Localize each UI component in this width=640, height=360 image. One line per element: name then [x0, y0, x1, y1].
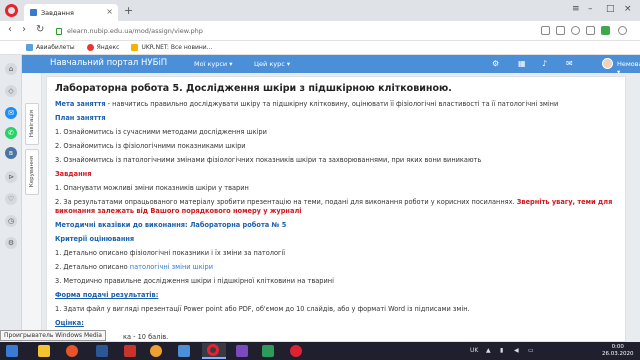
plane-icon	[26, 44, 33, 51]
messenger-icon[interactable]: ✉	[5, 107, 17, 119]
gear-icon[interactable]: ⚙	[492, 59, 499, 68]
plan-heading: План заняття	[55, 114, 106, 122]
home-icon[interactable]: ⌂	[5, 63, 17, 75]
tasks-heading: Завдання	[55, 170, 92, 178]
heart-icon[interactable]: ♡	[5, 193, 17, 205]
bookmark-yandex[interactable]: Яндекс	[86, 44, 119, 51]
camera-icon[interactable]	[541, 26, 550, 35]
grade-text: ка - 10 балів.	[123, 333, 169, 341]
word-icon[interactable]	[96, 345, 108, 357]
this-course-menu[interactable]: Цей курс ▾	[254, 60, 290, 68]
my-courses-menu[interactable]: Мої курси ▾	[194, 60, 232, 68]
app-icon[interactable]	[236, 345, 248, 357]
plan-item: 1. Ознайомитись із сучасними методами до…	[55, 128, 267, 136]
flow-icon[interactable]: ⊳	[5, 171, 17, 183]
pathology-link[interactable]: патологічні зміни шкіри	[130, 263, 213, 271]
task-item: 2. За результатами опрацьованого матеріа…	[55, 198, 617, 216]
grade-heading: Оцінка:	[55, 319, 84, 327]
media-player-tooltip: Проигрыватель Windows Media	[0, 330, 106, 341]
maximize-icon[interactable]: □	[606, 4, 615, 14]
avatar[interactable]	[602, 58, 613, 69]
grid-icon[interactable]: ▦	[518, 59, 526, 68]
method-guidelines-link[interactable]: Методичні вказівки до виконання: Лаборат…	[55, 221, 617, 230]
start-icon[interactable]	[6, 345, 18, 357]
url-field[interactable]: elearn.nubip.edu.ua/mod/assign/view.php	[56, 24, 526, 38]
new-tab-icon[interactable]: +	[124, 4, 133, 17]
tray-expand-icon[interactable]: ▲	[486, 347, 491, 354]
bell-icon[interactable]: ♪	[542, 59, 547, 68]
close-window-icon[interactable]: ×	[624, 4, 632, 14]
opera-menu-icon[interactable]	[5, 4, 18, 17]
network-icon[interactable]: ▮	[500, 347, 503, 354]
search-tabs-icon[interactable]: ≡	[572, 4, 580, 14]
clock[interactable]: 0:00 26.03.2020	[602, 344, 634, 358]
submission-heading: Форма подачі результатів:	[55, 291, 159, 299]
windows-taskbar: UK ▲ ▮ ◀ ▭ 0:00 26.03.2020	[0, 342, 640, 360]
submission-text: 1. Здати файл у вигляді презентації Powe…	[55, 305, 470, 313]
tab-navigation[interactable]: Навігація	[25, 103, 39, 145]
profile-icon[interactable]	[618, 26, 627, 35]
criteria-heading: Критерії оцінювання	[55, 235, 135, 243]
tab-favicon-icon	[30, 9, 37, 16]
powerpoint-icon[interactable]	[124, 345, 136, 357]
yandex-icon	[86, 44, 94, 51]
whatsapp-icon[interactable]: ✆	[5, 127, 17, 139]
vpn-icon[interactable]	[556, 26, 565, 35]
criteria-item: 1. Детально описано фізіологічні показни…	[55, 249, 286, 257]
volume-icon[interactable]: ◀	[514, 347, 519, 354]
criteria-item: 3. Методично правильне дослідження шкіри…	[55, 277, 334, 285]
tab-title: Завдання	[41, 8, 74, 17]
viber-icon[interactable]	[178, 345, 190, 357]
vk-icon[interactable]: в	[5, 147, 17, 159]
tab-administration[interactable]: Керування	[25, 149, 39, 195]
browser-tab[interactable]: Завдання ×	[24, 4, 118, 21]
block-drawer: Навігація Керування	[22, 73, 42, 342]
opera-sidebar: ⌂ ◇ ✉ ✆ в ⊳ ♡ ◷ ⚙	[0, 55, 22, 342]
reload-icon[interactable]: ↻	[36, 24, 44, 35]
extension-icon[interactable]	[571, 26, 580, 35]
address-bar: ‹ › ↻ elearn.nubip.edu.ua/mod/assign/vie…	[0, 21, 640, 41]
criteria-item: 2. Детально описано патологічні зміни шк…	[55, 263, 213, 271]
lock-icon	[56, 27, 62, 35]
bookmarks-bar: Авиабилеты Яндекс UKR.NET: Все новини...	[0, 41, 640, 55]
user-menu[interactable]: Немова ▾	[617, 60, 640, 76]
minimize-icon[interactable]: –	[588, 4, 593, 14]
bookmark-aviabilety[interactable]: Авиабилеты	[26, 44, 75, 51]
url-text: elearn.nubip.edu.ua/mod/assign/view.php	[67, 27, 203, 35]
browser-titlebar: Завдання × + ≡ – □ ×	[0, 0, 640, 21]
opera-taskbar-button[interactable]	[202, 343, 226, 359]
plan-item: 3. Ознайомитись із патологічними змінами…	[55, 156, 482, 164]
goal-label: Мета заняття	[55, 100, 106, 108]
goal-text: - навчитись правильно досліджувати шкіру…	[105, 100, 559, 108]
portal-title[interactable]: Навчальний портал НУБіП	[50, 58, 167, 68]
settings-icon[interactable]: ⚙	[5, 237, 17, 249]
task2-text: 2. За результатами опрацьованого матеріа…	[55, 198, 517, 206]
bookmark-ukrnet[interactable]: UKR.NET: Все новини...	[131, 44, 212, 51]
excel-icon[interactable]	[262, 345, 274, 357]
bookmark-icon[interactable]	[586, 26, 595, 35]
language-indicator[interactable]: UK	[470, 347, 478, 354]
task-item: 1. Опанувати можливі зміни показників шк…	[55, 184, 249, 192]
back-icon[interactable]: ‹	[8, 24, 12, 35]
opera-icon	[207, 344, 219, 356]
tab-close-icon[interactable]: ×	[106, 7, 113, 16]
firefox-icon[interactable]	[150, 345, 162, 357]
battery-icon[interactable]: ▭	[528, 347, 534, 354]
forward-icon[interactable]: ›	[22, 24, 26, 35]
explorer-icon[interactable]	[38, 345, 50, 357]
moodle-navbar: Навчальний портал НУБіП Мої курси ▾ Цей …	[22, 55, 640, 76]
chat-icon[interactable]: ✉	[566, 59, 573, 68]
speed-dial-icon[interactable]: ◇	[5, 85, 17, 97]
goal-paragraph: Мета заняття - навчитись правильно дослі…	[55, 100, 617, 109]
yandex-browser-icon[interactable]	[290, 345, 302, 357]
ukrnet-icon	[131, 44, 139, 51]
media-player-icon[interactable]	[66, 345, 78, 357]
plan-item: 2. Ознайомитись із фізіологічними показн…	[55, 142, 246, 150]
assignment-content: Лабораторна робота 5. Дослідження шкіри …	[46, 76, 626, 342]
addon-icon[interactable]	[601, 26, 610, 35]
page-title: Лабораторна робота 5. Дослідження шкіри …	[55, 83, 452, 94]
history-icon[interactable]: ◷	[5, 215, 17, 227]
